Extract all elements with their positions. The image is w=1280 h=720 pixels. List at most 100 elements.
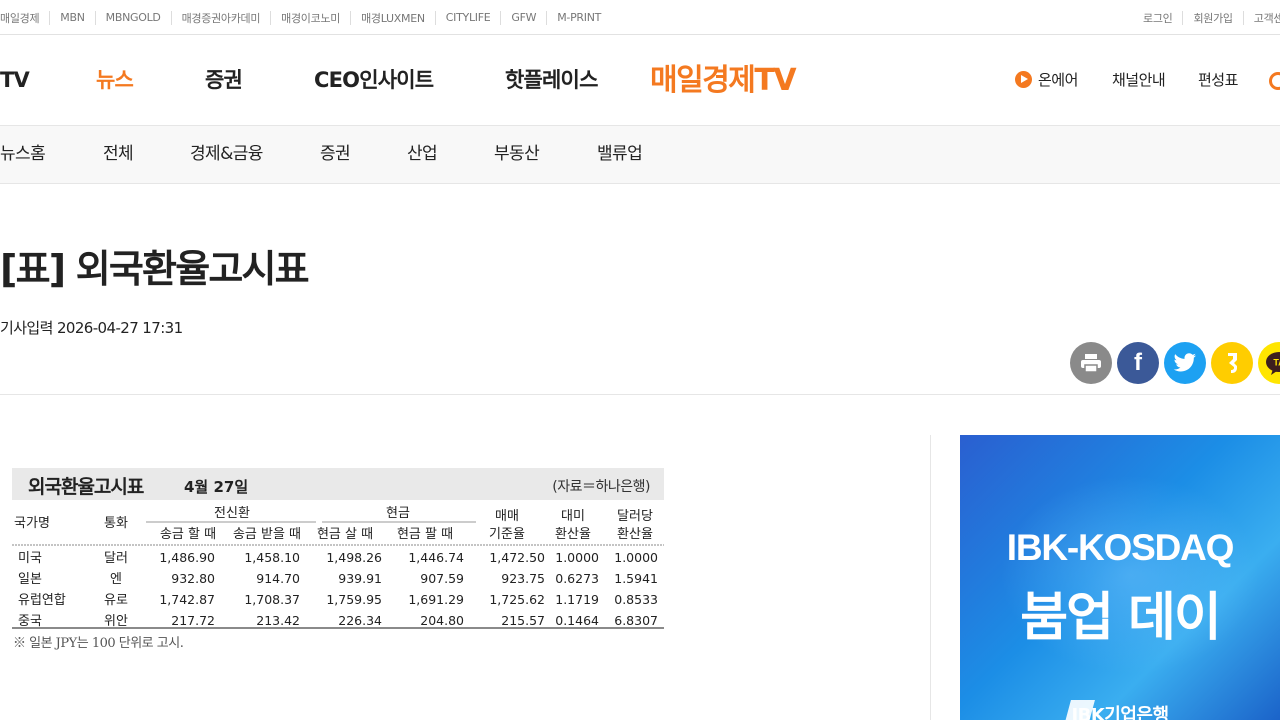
twitter-icon [1173,353,1197,372]
subnav-economy-finance[interactable]: 경제&금융 [190,126,263,183]
kakaotalk-share-button[interactable]: TA [1258,342,1280,384]
fx-cell-value: 923.75 [501,571,545,586]
fx-table-date: 4월 27일 [184,478,249,496]
fx-cell-currency: 엔 [110,572,122,587]
fx-column-header: 현금 살 때 [317,527,373,542]
sub-nav: 뉴스홈 전체 경제&금융 증권 산업 부동산 밸류업 [0,126,1280,184]
util-link-gfw[interactable]: GFW [511,11,536,24]
play-icon [1015,70,1032,88]
fx-column-header: 환산율 [617,527,653,542]
onair-link[interactable]: 온에어 [1015,35,1078,126]
kakaostory-share-button[interactable] [1211,342,1253,384]
fx-cell-value: 215.57 [501,613,545,628]
site-logo[interactable]: 매일경제TV [650,63,797,99]
fx-column-header: 대미 [561,509,585,524]
schedule-link[interactable]: 편성표 [1198,35,1238,126]
fx-column-header: 송금 받을 때 [233,527,301,542]
divider [270,10,272,25]
divider [434,10,436,25]
channel-guide-link[interactable]: 채널안내 [1112,35,1166,126]
login-link[interactable]: 로그인 [1143,10,1173,26]
util-link-mprint[interactable]: M-PRINT [557,11,601,24]
nav-stock[interactable]: 증권 [205,35,243,126]
fx-cell-value: 1,742.87 [159,592,215,607]
util-link-economy[interactable]: 매경이코노미 [281,10,340,26]
fx-cell-value: 1.5941 [614,571,658,586]
print-button[interactable] [1070,342,1112,384]
divider [1242,10,1244,25]
fx-cell-value: 213.42 [256,613,300,628]
fx-cell-country: 유럽연합 [18,593,66,608]
nav-tv[interactable]: TV [0,35,30,126]
fx-column-header: 송금 할 때 [160,527,216,542]
fx-cell-value: 914.70 [256,571,300,586]
kakaotalk-icon-label: TA [1273,358,1280,368]
fx-column-header: 매매 [495,509,519,524]
fx-column-header: 기준율 [489,527,525,542]
kakaotalk-icon: TA [1266,352,1280,375]
fx-cell-value: 907.59 [420,571,464,586]
fx-column-header: 환산율 [555,527,591,542]
ad-brand: IBK기업은행 [1071,705,1169,720]
divider [1182,10,1184,25]
fx-cell-value: 0.6273 [555,571,599,586]
onair-label: 온에어 [1038,71,1078,89]
fx-column-header: 통화 [104,516,128,531]
subnav-realestate[interactable]: 부동산 [494,126,540,183]
subnav-stock[interactable]: 증권 [320,126,351,183]
fx-cell-country: 일본 [18,572,42,587]
fx-table-note: ※ 일본 JPY는 100 단위로 고시. [13,636,184,651]
subnav-news-home[interactable]: 뉴스홈 [0,126,46,183]
search-icon[interactable] [1269,72,1280,90]
fx-cell-value: 939.91 [338,571,382,586]
fx-cell-value: 217.72 [171,613,215,628]
subnav-valueup[interactable]: 밸류업 [597,126,643,183]
fx-table-title: 외국환율고시표 [28,476,144,498]
article-date: 기사입력 2026-04-27 17:31 [0,319,183,337]
fx-cell-value: 932.80 [171,571,215,586]
nav-hotplace[interactable]: 핫플레이스 [505,35,598,126]
ad-banner[interactable]: IBK-KOSDAQ 붐업 데이 IBK기업은행 [960,435,1280,720]
fx-column-header: 국가명 [14,516,50,531]
util-link-citylife[interactable]: CITYLIFE [446,11,491,24]
fx-rate-table-image: 외국환율고시표 4월 27일 (자료＝하나은행) 전신환 현금국가명 통화송금 할 … [10,466,666,656]
facebook-share-button[interactable]: f [1117,342,1159,384]
family-site-links: 매일경제 MBN MBNGOLD 매경증권아카데미 매경이코노미 매경LUXME… [0,0,601,35]
util-link-mbn[interactable]: MBN [60,11,85,24]
subnav-industry[interactable]: 산업 [407,126,438,183]
util-link-academy[interactable]: 매경증권아카데미 [182,10,261,26]
fx-group-header: 전신환 [214,506,250,521]
nav-news[interactable]: 뉴스 [96,35,134,126]
util-link-maeil[interactable]: 매일경제 [0,10,40,26]
fx-cell-country: 미국 [18,551,42,566]
article-title: [표] 외국환율고시표 [0,247,310,291]
fx-table-source: (자료＝하나은행) [552,479,650,495]
util-link-luxmen[interactable]: 매경LUXMEN [361,10,425,26]
divider [546,10,548,25]
article-header-divider [0,394,1280,395]
member-links: 로그인 회원가입 고객센터 [1143,0,1280,35]
fx-cell-value: 0.8533 [614,592,658,607]
fx-cell-currency: 달러 [104,551,128,566]
twitter-share-button[interactable] [1164,342,1206,384]
fx-cell-value: 1,486.90 [159,550,215,565]
printer-icon [1081,354,1101,373]
subnav-all[interactable]: 전체 [103,126,134,183]
divider [500,10,502,25]
fx-table-header: 외국환율고시표 4월 27일 (자료＝하나은행) [12,468,664,500]
fx-cell-value: 1,458.10 [244,550,300,565]
fx-cell-value: 1,708.37 [244,592,300,607]
divider [49,10,51,25]
ad-subheadline: 붐업 데이 [1020,588,1221,648]
fx-rate-table: 전신환 현금국가명 통화송금 할 때 송금 받을 때 현금 살 때 현금 팔 때 매매기준율… [12,506,664,629]
nav-ceo-insight[interactable]: CEO인사이트 [314,35,434,126]
fx-cell-currency: 유로 [104,593,128,608]
fx-cell-value: 1,691.29 [408,592,464,607]
kakaostory-icon [1228,353,1237,373]
util-link-mbngold[interactable]: MBNGOLD [106,11,161,24]
fx-group-header: 현금 [386,506,410,521]
facebook-icon: f [1134,349,1142,376]
fx-cell-currency: 위안 [104,614,128,629]
signup-link[interactable]: 회원가입 [1193,10,1233,26]
customer-center-link[interactable]: 고객센터 [1254,10,1280,26]
